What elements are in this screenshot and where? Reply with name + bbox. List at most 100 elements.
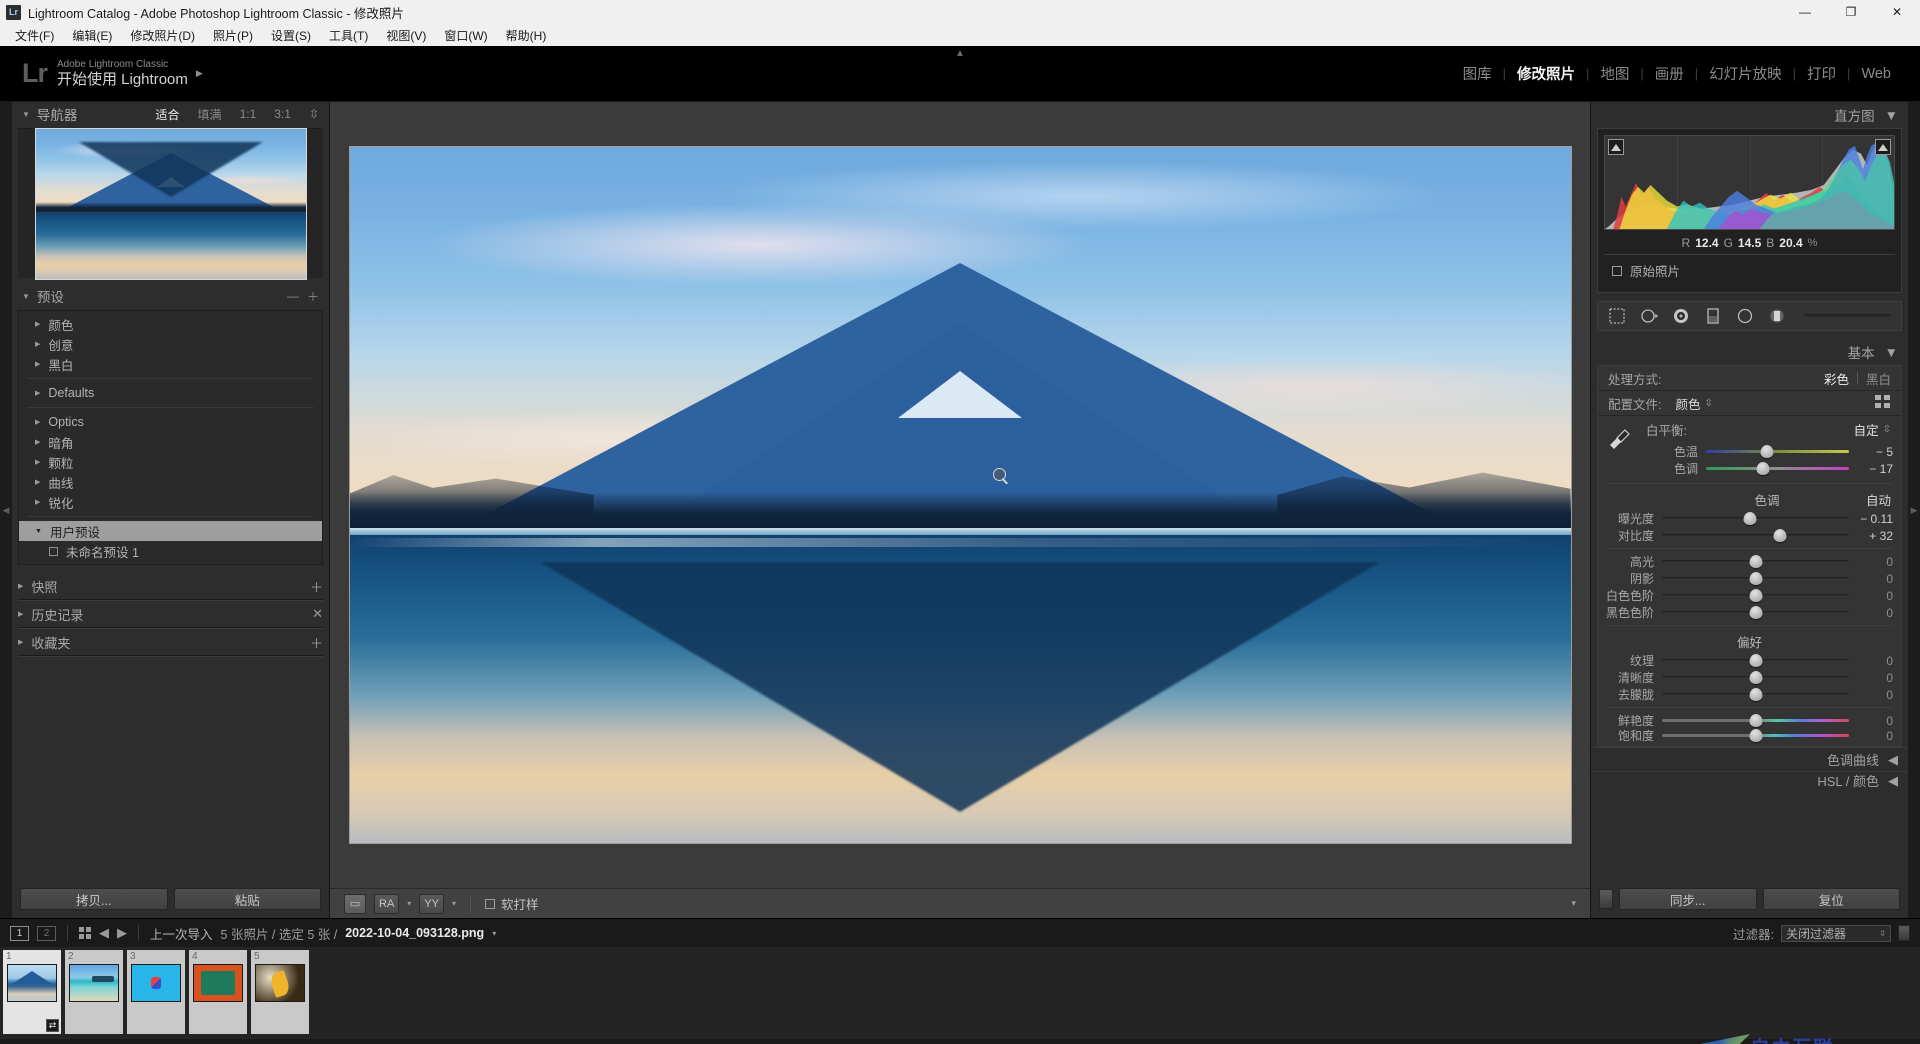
- sync-switch-toggle[interactable]: [1599, 889, 1613, 909]
- image-stage[interactable]: [330, 102, 1590, 888]
- menu-help[interactable]: 帮助(H): [497, 25, 556, 46]
- whites-track[interactable]: [1662, 589, 1849, 602]
- profile-value[interactable]: 颜色: [1675, 394, 1700, 413]
- filmstrip-thumb-3[interactable]: 3: [127, 950, 185, 1034]
- soft-proofing-checkbox[interactable]: [485, 898, 495, 909]
- snapshots-panel-header[interactable]: ▶ 快照 ＋: [18, 573, 323, 599]
- menu-view[interactable]: 视图(V): [377, 25, 435, 46]
- close-button[interactable]: ✕: [1874, 0, 1920, 24]
- basic-disclosure-icon[interactable]: ▼: [1885, 345, 1898, 360]
- presets-panel-header[interactable]: ▼ 预设 — ＋: [12, 284, 329, 308]
- presets-disclosure-icon[interactable]: ▼: [22, 292, 30, 301]
- histogram-panel-header[interactable]: 直方图 ▼: [1591, 102, 1908, 128]
- highlights-track[interactable]: [1662, 555, 1849, 568]
- tint-track[interactable]: [1706, 462, 1849, 475]
- module-web[interactable]: Web: [1850, 66, 1902, 82]
- filmstrip-dropdown-icon[interactable]: ▾: [492, 929, 496, 938]
- before-after-button[interactable]: RA: [374, 893, 400, 914]
- go-back-icon[interactable]: ◀: [99, 925, 109, 941]
- tint-knob[interactable]: [1756, 462, 1770, 475]
- exposure-knob[interactable]: [1743, 512, 1757, 525]
- temperature-knob[interactable]: [1760, 445, 1774, 458]
- develop-badge-icon[interactable]: ⇄: [46, 1019, 59, 1032]
- history-clear-icon[interactable]: ✕: [312, 606, 323, 622]
- histogram-disclosure-icon[interactable]: ▼: [1885, 108, 1898, 123]
- shadow-clipping-indicator[interactable]: [1608, 139, 1624, 155]
- module-print[interactable]: 打印: [1796, 63, 1847, 84]
- filmstrip-thumb-2[interactable]: 2: [65, 950, 123, 1034]
- collections-add-icon[interactable]: ＋: [310, 633, 323, 652]
- module-develop[interactable]: 修改照片: [1506, 63, 1586, 84]
- preset-group-bw[interactable]: ▶ 黑白: [19, 354, 322, 374]
- saturation-knob[interactable]: [1749, 729, 1762, 742]
- menu-tools[interactable]: 工具(T): [320, 25, 377, 46]
- snapshots-add-icon[interactable]: ＋: [310, 577, 323, 596]
- navigator-disclosure-icon[interactable]: ▼: [22, 110, 30, 119]
- flagging-button[interactable]: YY: [419, 893, 444, 914]
- toolbar-expand-caret-icon[interactable]: ▾: [1571, 898, 1576, 909]
- history-panel-header[interactable]: ▶ 历史记录 ✕: [18, 601, 323, 627]
- menu-develop[interactable]: 修改照片(D): [121, 25, 204, 46]
- blacks-knob[interactable]: [1749, 606, 1762, 619]
- presets-add-icon[interactable]: ＋: [307, 288, 319, 305]
- hsl-color-disclosure-icon[interactable]: ◀: [1888, 773, 1898, 789]
- highlights-knob[interactable]: [1749, 555, 1762, 568]
- tone-curve-panel-header[interactable]: 色调曲线 ◀: [1591, 747, 1908, 771]
- module-book[interactable]: 画册: [1644, 63, 1695, 84]
- original-photo-toggle[interactable]: 原始照片: [1604, 254, 1895, 286]
- zoom-fit[interactable]: 适合: [156, 106, 180, 123]
- temperature-track[interactable]: [1706, 445, 1849, 458]
- filmstrip-source[interactable]: 上一次导入: [150, 924, 213, 943]
- treatment-bw-option[interactable]: 黑白: [1866, 369, 1891, 388]
- preset-group-defaults[interactable]: ▶ Defaults: [19, 383, 322, 403]
- preset-group-grain[interactable]: ▶ 颗粒: [19, 452, 322, 472]
- minimize-button[interactable]: —: [1782, 0, 1828, 24]
- paste-button[interactable]: 粘贴: [173, 888, 321, 910]
- top-panel-toggle-arrow[interactable]: ▲: [955, 48, 965, 59]
- preset-group-curve[interactable]: ▶ 曲线: [19, 472, 322, 492]
- identity-plate[interactable]: Lr Adobe Lightroom Classic 开始使用 Lightroo…: [22, 58, 203, 89]
- zoom-stepper-icon[interactable]: ⇳: [309, 107, 319, 121]
- filter-enable-switch[interactable]: [1898, 925, 1910, 941]
- tone-curve-disclosure-icon[interactable]: ◀: [1888, 752, 1898, 768]
- graduated-filter-icon[interactable]: [1704, 307, 1722, 325]
- red-eye-icon[interactable]: [1672, 307, 1690, 325]
- original-photo-checkbox[interactable]: [1612, 265, 1622, 276]
- identity-caret-icon[interactable]: ▶: [196, 68, 203, 79]
- highlight-clipping-indicator[interactable]: [1875, 139, 1891, 155]
- clarity-knob[interactable]: [1749, 671, 1762, 684]
- shadows-knob[interactable]: [1749, 572, 1762, 585]
- module-slideshow[interactable]: 幻灯片放映: [1698, 63, 1793, 84]
- preset-group-optics[interactable]: ▶ Optics: [19, 412, 322, 432]
- texture-track[interactable]: [1662, 654, 1849, 667]
- hsl-color-panel-header[interactable]: HSL / 颜色 ◀: [1591, 771, 1908, 789]
- spot-removal-icon[interactable]: [1640, 307, 1659, 325]
- histogram-graph[interactable]: [1604, 135, 1895, 230]
- navigator-thumbnail[interactable]: [34, 127, 307, 280]
- radial-filter-icon[interactable]: [1736, 307, 1754, 325]
- treatment-color-option[interactable]: 彩色: [1824, 369, 1849, 388]
- blacks-track[interactable]: [1662, 606, 1849, 619]
- contrast-track[interactable]: [1662, 529, 1849, 542]
- zoom-3-1[interactable]: 3:1: [274, 107, 291, 121]
- copy-button[interactable]: 拷贝...: [20, 888, 168, 910]
- filmstrip-thumb-5[interactable]: 5: [251, 950, 309, 1034]
- grid-view-icon[interactable]: [79, 927, 91, 939]
- whites-knob[interactable]: [1749, 589, 1762, 602]
- adjustment-brush-icon[interactable]: [1768, 307, 1786, 325]
- main-photo-preview[interactable]: [348, 146, 1572, 844]
- dehaze-knob[interactable]: [1749, 688, 1762, 701]
- preset-group-sharpening[interactable]: ▶ 锐化: [19, 492, 322, 512]
- maximize-button[interactable]: ❐: [1828, 0, 1874, 24]
- zoom-fill[interactable]: 填满: [198, 106, 222, 123]
- go-forward-icon[interactable]: ▶: [117, 925, 127, 941]
- texture-knob[interactable]: [1749, 654, 1762, 667]
- preset-group-user-presets[interactable]: ▼ 用户预设: [19, 521, 322, 541]
- menu-window[interactable]: 窗口(W): [435, 25, 496, 46]
- profile-stepper-icon[interactable]: ⇳: [1705, 398, 1713, 409]
- presets-remove-icon[interactable]: —: [287, 289, 299, 303]
- navigator-panel-header[interactable]: ▼ 导航器 适合 填满 1:1 3:1 ⇳: [12, 102, 329, 126]
- filmstrip-thumb-1[interactable]: 1 ⇄: [3, 950, 61, 1034]
- white-balance-value[interactable]: 自定: [1854, 420, 1879, 439]
- saturation-track[interactable]: [1662, 729, 1849, 742]
